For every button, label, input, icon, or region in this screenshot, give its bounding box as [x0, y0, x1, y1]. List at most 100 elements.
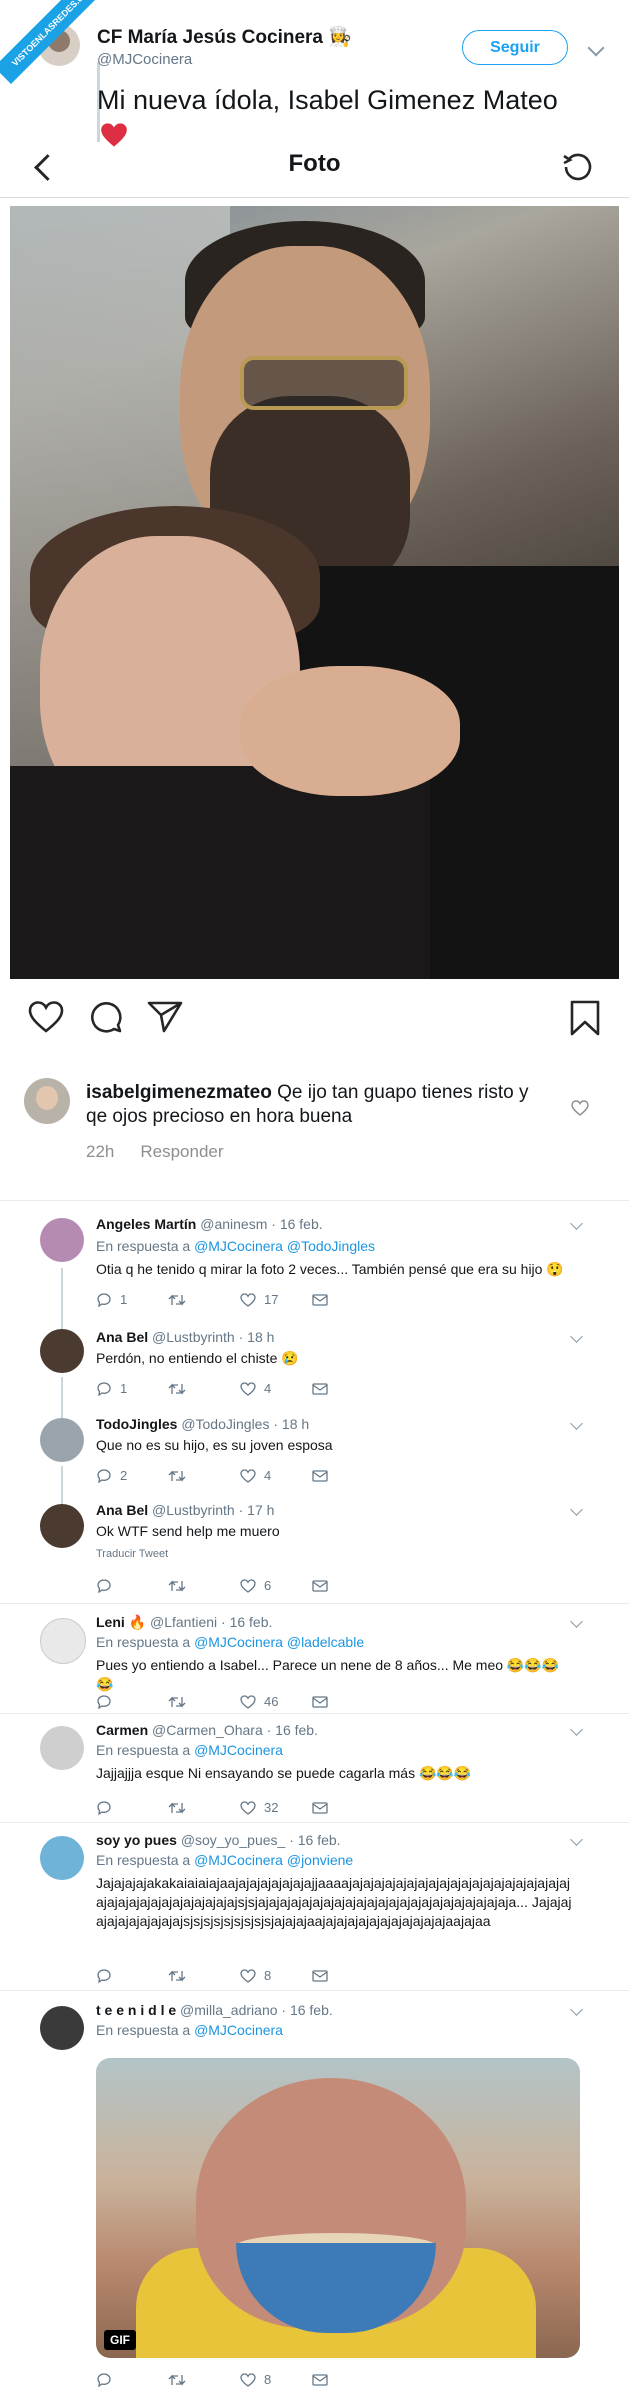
mention-link[interactable]: @MJCocinera	[194, 2022, 283, 2038]
like-button[interactable]: 8	[240, 2372, 312, 2387]
reply-icon	[97, 2372, 111, 2387]
like-button[interactable]: 17	[240, 1292, 312, 1307]
message-button[interactable]	[312, 1694, 384, 1709]
refresh-icon[interactable]	[561, 150, 595, 184]
reply-meta: @TodoJingles · 18 h	[181, 1416, 310, 1432]
share-icon[interactable]	[147, 1000, 183, 1034]
reply-icon	[97, 1694, 111, 1709]
reply-button[interactable]	[96, 2372, 168, 2387]
avatar[interactable]	[40, 2006, 84, 2050]
retweet-icon	[168, 1293, 186, 1306]
comment-username[interactable]: isabelgimenezmateo	[86, 1082, 272, 1103]
message-button[interactable]	[312, 1800, 384, 1815]
avatar[interactable]	[40, 1836, 84, 1880]
divider	[0, 1713, 629, 1714]
reply-meta: @soy_yo_pues_ · 16 feb.	[180, 1832, 341, 1848]
reply-text: Pues yo entiendo a Isabel... Parece un n…	[96, 1657, 560, 1692]
reply-button[interactable]	[96, 1968, 168, 1983]
chevron-down-icon[interactable]	[570, 1615, 583, 1628]
retweet-button[interactable]	[168, 2372, 240, 2387]
reply-meta: @milla_adriano · 16 feb.	[180, 2002, 333, 2018]
chevron-down-icon[interactable]	[570, 1503, 583, 1516]
tweet-author-name[interactable]: CF María Jesús Cocinera 👩‍🍳	[97, 25, 352, 49]
reply-author[interactable]: Ana Bel	[96, 1502, 148, 1518]
chevron-down-icon[interactable]	[570, 2003, 583, 2016]
comment-time: 22h	[86, 1142, 115, 1161]
message-button[interactable]	[312, 1578, 384, 1593]
mention-link[interactable]: @MJCocinera @ladelcable	[194, 1634, 364, 1650]
follow-button[interactable]: Seguir	[462, 30, 568, 65]
avatar[interactable]	[40, 1618, 86, 1664]
reply-button[interactable]: 1	[96, 1381, 168, 1396]
reply-author[interactable]: Carmen	[96, 1722, 148, 1738]
chevron-down-icon[interactable]	[570, 1417, 583, 1430]
retweet-button[interactable]	[168, 1292, 240, 1307]
retweet-button[interactable]	[168, 1800, 240, 1815]
comment-like-icon[interactable]	[571, 1100, 589, 1116]
heart-icon	[240, 1694, 256, 1709]
retweet-icon	[168, 2373, 186, 2386]
reply-actions: 1 17	[96, 1292, 384, 1307]
like-button[interactable]: 4	[240, 1381, 312, 1396]
avatar[interactable]	[40, 1329, 84, 1373]
reply-button[interactable]	[96, 1578, 168, 1593]
reply-link[interactable]: Responder	[140, 1142, 223, 1161]
post-photo[interactable]	[10, 206, 619, 979]
reply-author[interactable]: soy yo pues	[96, 1832, 177, 1848]
tweet-author-handle[interactable]: @MJCocinera	[97, 51, 192, 68]
comment-icon[interactable]	[89, 1000, 123, 1034]
envelope-icon	[312, 1382, 328, 1395]
chevron-down-icon[interactable]	[570, 1723, 583, 1736]
reply-icon	[97, 1578, 111, 1593]
reply-button[interactable]	[96, 1694, 168, 1709]
reply-actions: 46	[96, 1694, 384, 1709]
comment-meta: 22h Responder	[86, 1142, 250, 1162]
avatar[interactable]	[40, 1418, 84, 1462]
page-title: Foto	[288, 150, 341, 177]
chevron-down-icon[interactable]	[570, 1217, 583, 1230]
message-button[interactable]	[312, 1968, 384, 1983]
message-button[interactable]	[312, 2372, 384, 2387]
reply-button[interactable]: 1	[96, 1292, 168, 1307]
retweet-button[interactable]	[168, 1694, 240, 1709]
retweet-button[interactable]	[168, 1381, 240, 1396]
commenter-avatar[interactable]	[24, 1078, 70, 1124]
gif-image[interactable]	[96, 2058, 580, 2358]
bookmark-icon[interactable]	[570, 1000, 600, 1036]
reply-author[interactable]: Leni 🔥	[96, 1614, 146, 1630]
message-button[interactable]	[312, 1292, 384, 1307]
like-button[interactable]: 46	[240, 1694, 312, 1709]
mention-link[interactable]: @MJCocinera @jonviene	[194, 1852, 353, 1868]
like-button[interactable]: 32	[240, 1800, 312, 1815]
like-button[interactable]: 4	[240, 1468, 312, 1483]
reply-icon	[97, 1800, 111, 1815]
reply-author[interactable]: t e e n i d l e	[96, 2002, 176, 2018]
like-icon[interactable]	[28, 1000, 64, 1034]
retweet-button[interactable]	[168, 1968, 240, 1983]
chevron-down-icon[interactable]	[570, 1833, 583, 1846]
instagram-comment: isabelgimenezmateo Qe ijo tan guapo tien…	[86, 1081, 536, 1129]
reply-button[interactable]	[96, 1800, 168, 1815]
gif-badge: GIF	[104, 2330, 136, 2350]
reply-actions: 32	[96, 1800, 384, 1815]
retweet-button[interactable]	[168, 1468, 240, 1483]
reply-button[interactable]: 2	[96, 1468, 168, 1483]
mention-link[interactable]: @MJCocinera @TodoJingles	[194, 1238, 375, 1254]
tweet-text: Mi nueva ídola, Isabel Gimenez Mateo	[97, 85, 558, 115]
message-button[interactable]	[312, 1468, 384, 1483]
reply-author[interactable]: TodoJingles	[96, 1416, 177, 1432]
like-button[interactable]: 6	[240, 1578, 312, 1593]
chevron-down-icon[interactable]	[570, 1330, 583, 1343]
translate-link[interactable]: Traducir Tweet	[96, 1548, 168, 1560]
mention-link[interactable]: @MJCocinera	[194, 1742, 283, 1758]
retweet-button[interactable]	[168, 1578, 240, 1593]
divider	[0, 1822, 629, 1823]
reply-author[interactable]: Angeles Martín	[96, 1216, 196, 1232]
like-button[interactable]: 8	[240, 1968, 312, 1983]
reply-author[interactable]: Ana Bel	[96, 1329, 148, 1345]
avatar[interactable]	[40, 1726, 84, 1770]
envelope-icon	[312, 1579, 328, 1592]
avatar[interactable]	[40, 1218, 84, 1262]
message-button[interactable]	[312, 1381, 384, 1396]
avatar[interactable]	[40, 1504, 84, 1548]
